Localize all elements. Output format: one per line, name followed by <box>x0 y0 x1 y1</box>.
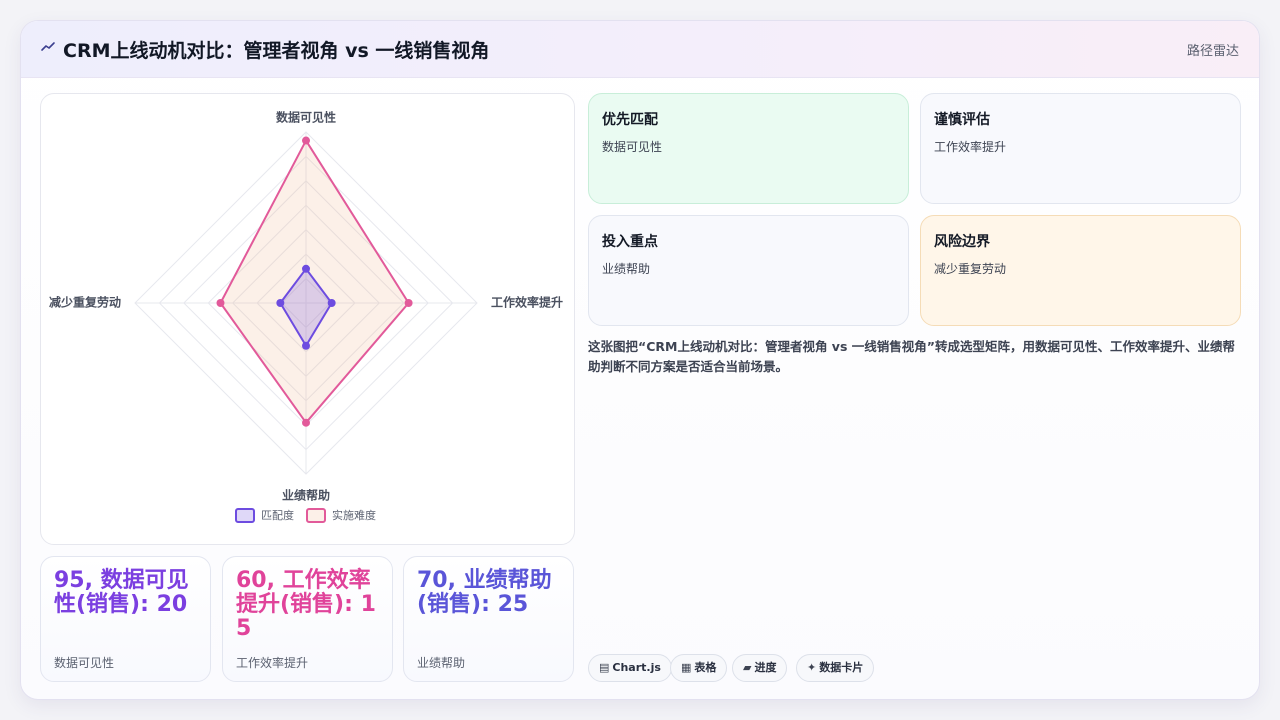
chart-icon: ▤ <box>599 661 610 674</box>
quadrant-subtitle: 工作效率提升 <box>934 140 1007 154</box>
tag-data-cards[interactable]: ✦ 数据卡片 <box>796 654 875 682</box>
radar-axis-label: 业绩帮助 <box>282 488 330 503</box>
quadrant-title: 风险边界 <box>934 234 990 250</box>
sparkle-icon: ✦ <box>807 661 817 674</box>
tag-progress[interactable]: ▰ 进度 <box>732 654 788 682</box>
radar-chart: 数据可见性工作效率提升业绩帮助 减少重复劳动 匹配度 实施难度 <box>49 110 563 523</box>
stat-card-efficiency: 60, 工作效率提升(销售): 15 工作效率提升 <box>222 556 393 682</box>
trend-icon <box>41 42 55 51</box>
radar-point <box>327 299 336 307</box>
table-icon: ▦ <box>681 661 692 674</box>
quadrant-careful-eval[interactable]: 谨慎评估 工作效率提升 <box>920 93 1241 204</box>
radar-point <box>302 341 310 350</box>
quadrant-title: 投入重点 <box>602 234 658 250</box>
radar-legend[interactable]: 匹配度 实施难度 <box>235 508 376 523</box>
stat-value: 70, 业绩帮助(销售): 25 <box>417 568 552 617</box>
tag-label: 表格 <box>694 661 717 674</box>
radar-axis-label: 减少重复劳动 <box>49 295 121 310</box>
radar-axis-label: 工作效率提升 <box>491 295 563 310</box>
radar-point <box>404 299 413 307</box>
radar-axis-label: 数据可见性 <box>276 110 336 125</box>
radar-series <box>216 136 413 427</box>
tag-label: 数据卡片 <box>819 661 864 674</box>
stat-label: 数据可见性 <box>54 656 115 670</box>
quadrant-subtitle: 数据可见性 <box>602 140 663 154</box>
radar-chart-panel: 数据可见性工作效率提升业绩帮助 减少重复劳动 匹配度 实施难度 <box>40 93 575 545</box>
dashboard-frame: CRM上线动机对比：管理者视角 vs 一线销售视角 路径雷达 数据可见性工作效率… <box>20 20 1260 700</box>
quadrant-risk-boundary[interactable]: 风险边界 减少重复劳动 <box>920 215 1241 326</box>
stat-card-performance: 70, 业绩帮助(销售): 25 业绩帮助 <box>403 556 574 682</box>
quadrant-subtitle: 减少重复劳动 <box>934 262 1007 276</box>
tag-label: 进度 <box>754 661 777 674</box>
radar-point <box>216 299 225 307</box>
stat-label: 业绩帮助 <box>417 656 466 670</box>
quadrant-title: 优先匹配 <box>602 112 658 128</box>
radar-point <box>302 264 310 273</box>
stat-value: 95, 数据可见性(销售): 20 <box>54 568 189 617</box>
stat-label: 工作效率提升 <box>236 656 309 670</box>
legend-swatch <box>235 508 255 523</box>
legend-label: 实施难度 <box>332 508 376 522</box>
tag-chartjs[interactable]: ▤ Chart.js <box>588 654 672 682</box>
progress-icon: ▰ <box>743 661 752 674</box>
radar-point <box>276 299 285 307</box>
quadrant-investment-focus[interactable]: 投入重点 业绩帮助 <box>588 215 909 326</box>
stat-value: 60, 工作效率提升(销售): 15 <box>236 568 376 641</box>
legend-label: 匹配度 <box>261 508 294 522</box>
quadrant-subtitle: 业绩帮助 <box>602 262 651 276</box>
tag-label: Chart.js <box>612 661 661 674</box>
radar-point <box>302 136 310 145</box>
chart-description: 这张图把“CRM上线动机对比：管理者视角 vs 一线销售视角”转成选型矩阵，用数… <box>588 339 1235 374</box>
quadrant-title: 谨慎评估 <box>934 112 990 128</box>
stat-card-visibility: 95, 数据可见性(销售): 20 数据可见性 <box>40 556 211 682</box>
tag-table[interactable]: ▦ 表格 <box>670 654 728 682</box>
legend-swatch <box>306 508 326 523</box>
page-title: CRM上线动机对比：管理者视角 vs 一线销售视角 <box>63 40 490 62</box>
header-bar: CRM上线动机对比：管理者视角 vs 一线销售视角 路径雷达 <box>21 21 1259 78</box>
radar-point <box>302 418 310 427</box>
view-mode-label[interactable]: 路径雷达 <box>1187 40 1239 59</box>
quadrant-priority-match[interactable]: 优先匹配 数据可见性 <box>588 93 909 204</box>
